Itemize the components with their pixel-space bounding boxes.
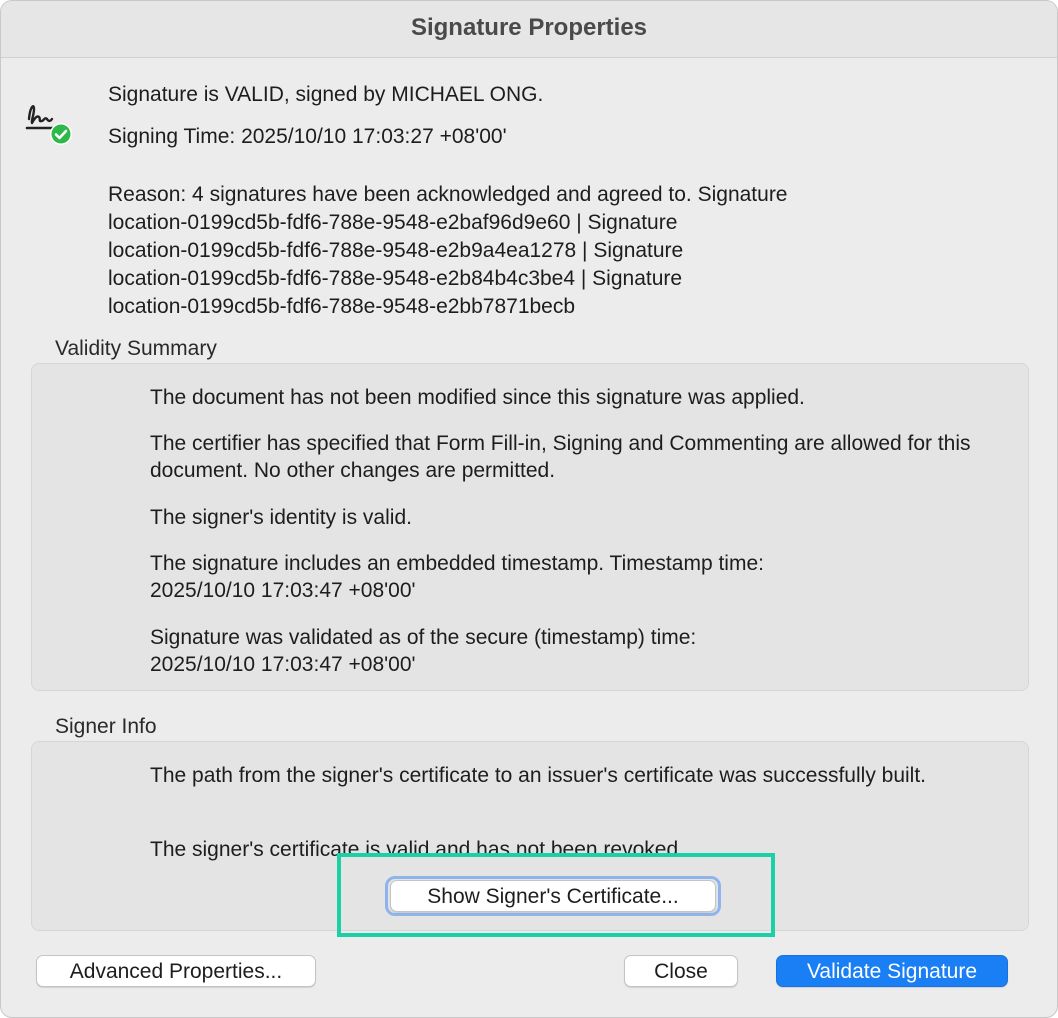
signature-status: Signature is VALID, signed by MICHAEL ON… [108,83,544,106]
signature-valid-icon [23,97,75,147]
close-button[interactable]: Close [624,955,738,987]
validity-item: Signature was validated as of the secure… [150,626,697,676]
highlight-box [337,853,775,937]
advanced-properties-button[interactable]: Advanced Properties... [36,955,316,987]
validity-item: The document has not been modified since… [150,386,805,409]
validity-item: The signer's identity is valid. [150,506,412,529]
reason-line: location-0199cd5b-fdf6-788e-9548-e2b9a4e… [108,239,684,262]
signature-properties-dialog: Signature Properties Signature is VALID,… [0,0,1058,1018]
validate-signature-button[interactable]: Validate Signature [776,955,1008,987]
validity-item: The certifier has specified that Form Fi… [150,432,971,482]
reason-line: location-0199cd5b-fdf6-788e-9548-e2baf96… [108,211,678,234]
signer-info-item: The path from the signer's certificate t… [150,764,927,787]
reason-line: Reason: 4 signatures have been acknowled… [108,183,788,206]
dialog-title: Signature Properties [1,1,1057,58]
reason-line: location-0199cd5b-fdf6-788e-9548-e2bb787… [108,295,576,318]
signature-reason: Reason: 4 signatures have been acknowled… [108,181,908,321]
validity-item: The signature includes an embedded times… [150,552,764,602]
validity-summary-label: Validity Summary [55,337,217,360]
validity-summary-panel: The document has not been modified since… [31,363,1029,691]
reason-line: location-0199cd5b-fdf6-788e-9548-e2b84b4… [108,267,683,290]
signer-info-label: Signer Info [55,715,157,738]
signing-time: Signing Time: 2025/10/10 17:03:27 +08'00… [108,125,507,148]
